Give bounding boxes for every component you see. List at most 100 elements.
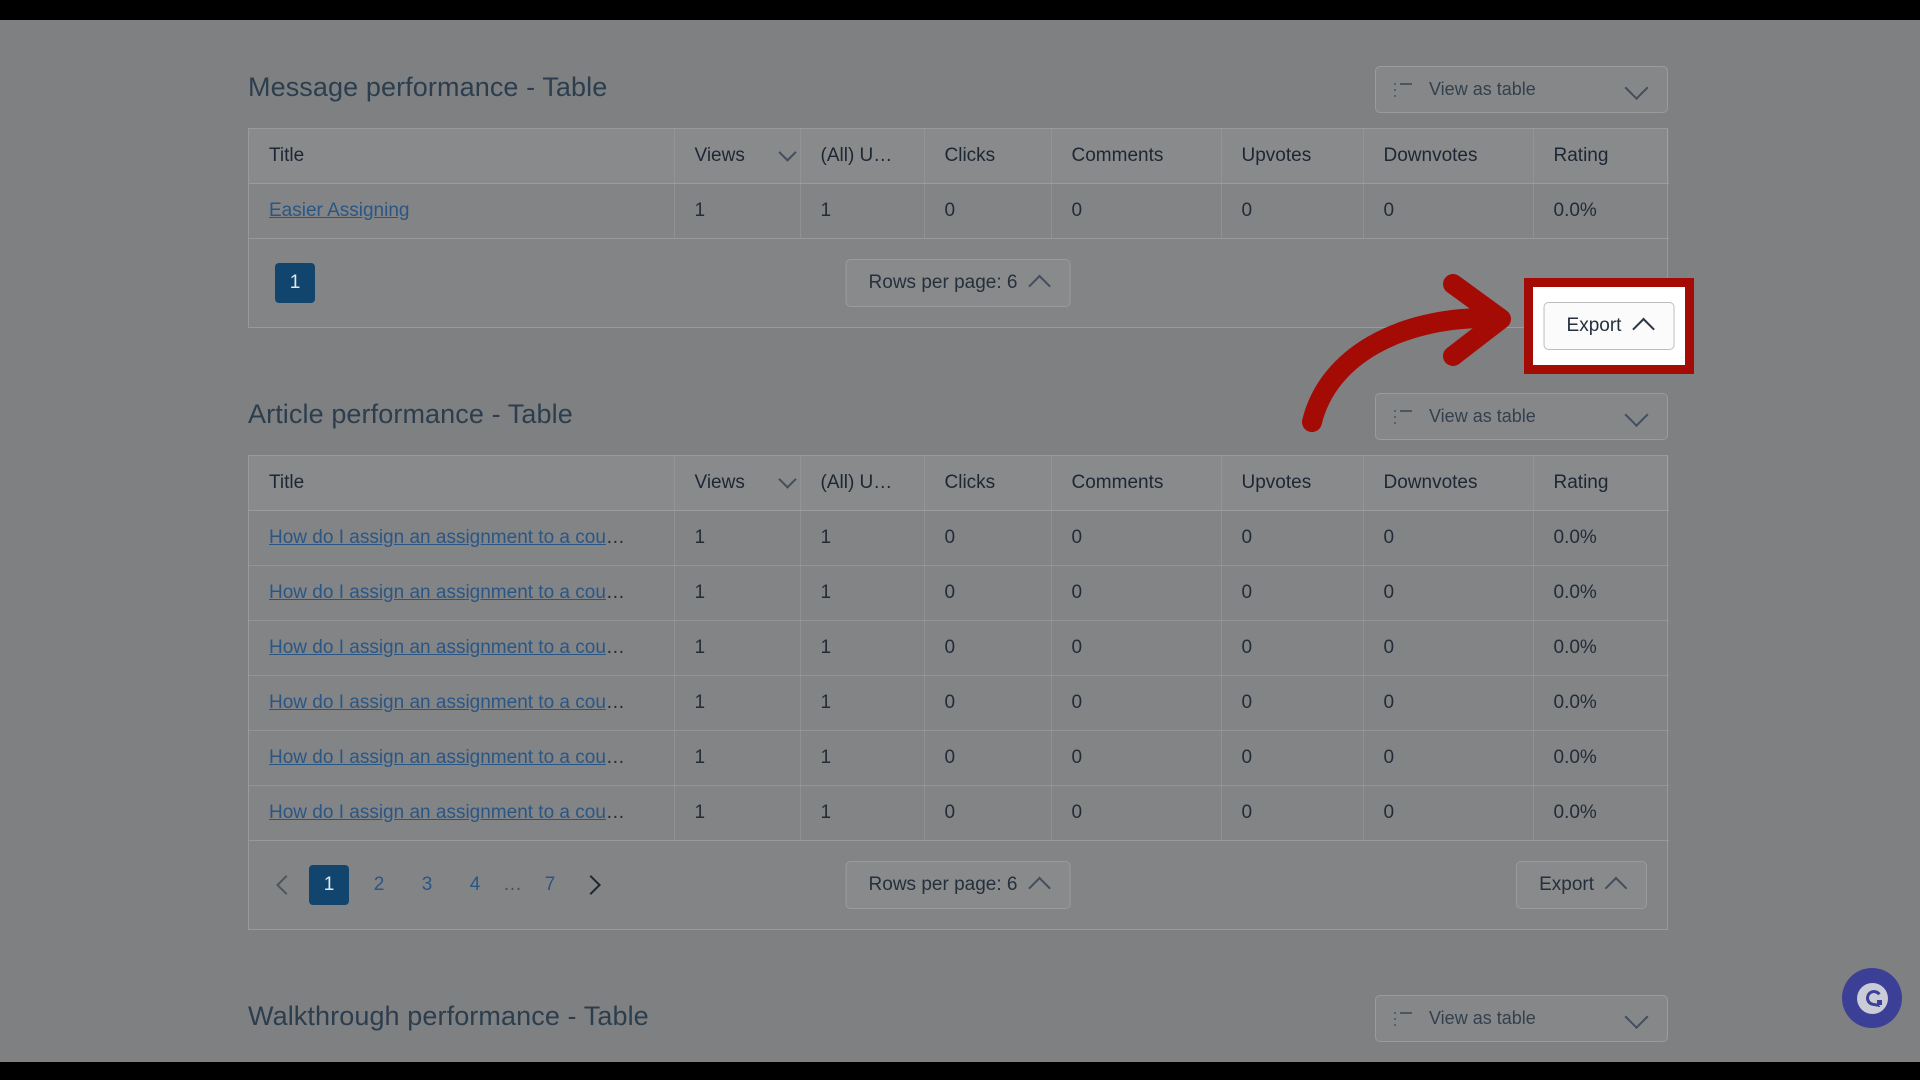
section-article-performance: Article performance - Table View as tabl… (248, 393, 1669, 930)
pagination: 1 2 3 4 … 7 (269, 865, 608, 905)
cell-title: How do I assign an assignment to a cou… (249, 565, 675, 621)
rows-per-page-dropdown[interactable]: Rows per page: 6 (845, 861, 1071, 909)
column-label: Downvotes (1383, 472, 1478, 493)
row-title-link[interactable]: How do I assign an assignment to a cou (269, 637, 606, 658)
row-title-link[interactable]: How do I assign an assignment to a cou (269, 582, 606, 603)
rows-per-page-label: Rows per page: 6 (868, 874, 1018, 895)
chat-widget-launcher[interactable] (1842, 968, 1902, 1028)
pagination-page-1[interactable]: 1 (275, 263, 315, 303)
table-row: How do I assign an assignment to a cou… … (249, 565, 1669, 621)
cell-comments: 0 (1051, 183, 1222, 239)
column-label: Title (269, 145, 305, 166)
section-title: Walkthrough performance - Table (248, 1001, 649, 1031)
cell-clicks: 0 (924, 183, 1052, 239)
pagination-page-1[interactable]: 1 (309, 865, 349, 905)
column-header-all-u[interactable]: (All) U… (800, 456, 925, 511)
cell-downvotes: 0 (1363, 510, 1534, 566)
column-header-downvotes[interactable]: Downvotes (1363, 456, 1534, 511)
column-label: Upvotes (1241, 145, 1312, 166)
cell-downvotes: 0 (1363, 785, 1534, 841)
cell-comments: 0 (1051, 620, 1222, 676)
view-as-table-label: View as table (1429, 79, 1536, 99)
column-header-views[interactable]: Views (674, 129, 801, 184)
cell-upvotes: 0 (1221, 510, 1364, 566)
table-header-row: Title Views (All) U… Clicks Comments Upv… (249, 456, 1669, 511)
column-header-all-u[interactable]: (All) U… (800, 129, 925, 184)
cell-clicks: 0 (924, 675, 1052, 731)
cell-downvotes: 0 (1363, 620, 1534, 676)
column-header-rating[interactable]: Rating (1533, 129, 1669, 184)
cell-comments: 0 (1051, 565, 1222, 621)
export-button-label: Export (1566, 315, 1622, 336)
column-header-downvotes[interactable]: Downvotes (1363, 129, 1534, 184)
row-title-link[interactable]: How do I assign an assignment to a cou (269, 692, 606, 713)
view-as-table-dropdown[interactable]: View as table (1375, 995, 1668, 1042)
cell-rating: 0.0% (1533, 510, 1669, 566)
column-label: Clicks (944, 145, 996, 166)
cell-views: 1 (674, 565, 801, 621)
section-walkthrough-performance: Walkthrough performance - Table View as … (248, 995, 1668, 1057)
cell-clicks: 0 (924, 620, 1052, 676)
column-header-rating[interactable]: Rating (1533, 456, 1669, 511)
section-title: Article performance - Table (248, 399, 573, 429)
cell-title: How do I assign an assignment to a cou… (249, 510, 675, 566)
chat-bubble-icon (1856, 982, 1888, 1014)
column-header-upvotes[interactable]: Upvotes (1221, 129, 1364, 184)
cell-all-u: 1 (800, 565, 925, 621)
row-title-link[interactable]: Easier Assigning (269, 200, 409, 221)
column-header-clicks[interactable]: Clicks (924, 129, 1052, 184)
cell-downvotes: 0 (1363, 565, 1534, 621)
section-header: Message performance - Table View as tabl… (248, 66, 1668, 128)
cell-clicks: 0 (924, 730, 1052, 786)
cell-all-u: 1 (800, 620, 925, 676)
message-performance-table-card: Title Views (All) U… Clicks Comments Upv… (248, 128, 1669, 328)
export-button[interactable]: Export (1543, 302, 1675, 350)
pagination-page-3[interactable]: 3 (409, 865, 445, 905)
cell-downvotes: 0 (1363, 730, 1534, 786)
cell-rating: 0.0% (1533, 183, 1669, 239)
cell-upvotes: 0 (1221, 730, 1364, 786)
view-as-table-dropdown[interactable]: View as table (1375, 66, 1668, 113)
pagination-prev-button[interactable] (269, 868, 303, 902)
pagination-ellipsis: … (503, 874, 522, 895)
list-icon (1394, 409, 1412, 424)
truncation-ellipsis: … (605, 637, 625, 658)
cell-downvotes: 0 (1363, 183, 1534, 239)
section-header: Walkthrough performance - Table View as … (248, 995, 1668, 1057)
pagination-page-last[interactable]: 7 (532, 865, 568, 905)
row-title-link[interactable]: How do I assign an assignment to a cou (269, 802, 606, 823)
column-header-views[interactable]: Views (674, 456, 801, 511)
column-header-upvotes[interactable]: Upvotes (1221, 456, 1364, 511)
pagination-next-button[interactable] (574, 868, 608, 902)
chevron-down-icon (1624, 1004, 1649, 1029)
export-button-highlight: Export (1524, 278, 1694, 374)
article-table-body: How do I assign an assignment to a cou… … (249, 510, 1669, 841)
rows-per-page-dropdown[interactable]: Rows per page: 6 (845, 259, 1071, 307)
cell-clicks: 0 (924, 785, 1052, 841)
truncation-ellipsis: … (605, 692, 625, 713)
column-header-clicks[interactable]: Clicks (924, 456, 1052, 511)
export-button[interactable]: Export (1516, 861, 1647, 909)
cell-upvotes: 0 (1221, 675, 1364, 731)
pagination-page-2[interactable]: 2 (361, 865, 397, 905)
sort-chevron-down-icon[interactable] (778, 470, 797, 490)
column-header-comments[interactable]: Comments (1051, 456, 1222, 511)
table-row: How do I assign an assignment to a cou… … (249, 730, 1669, 786)
cell-comments: 0 (1051, 785, 1222, 841)
view-as-table-dropdown[interactable]: View as table (1375, 393, 1668, 440)
column-label: Comments (1071, 472, 1164, 493)
chevron-up-icon (1604, 876, 1628, 900)
column-header-title[interactable]: Title (249, 129, 675, 184)
sort-chevron-down-icon[interactable] (778, 143, 797, 163)
pagination-page-4[interactable]: 4 (457, 865, 493, 905)
row-title-link[interactable]: How do I assign an assignment to a cou (269, 747, 606, 768)
truncation-ellipsis: … (605, 747, 625, 768)
truncation-ellipsis: … (605, 582, 625, 603)
column-header-comments[interactable]: Comments (1051, 129, 1222, 184)
cell-all-u: 1 (800, 730, 925, 786)
column-header-title[interactable]: Title (249, 456, 675, 511)
row-title-link[interactable]: How do I assign an assignment to a cou (269, 527, 606, 548)
message-performance-table: Title Views (All) U… Clicks Comments Upv… (249, 129, 1669, 239)
cell-rating: 0.0% (1533, 620, 1669, 676)
column-label: (All) U… (820, 145, 893, 166)
